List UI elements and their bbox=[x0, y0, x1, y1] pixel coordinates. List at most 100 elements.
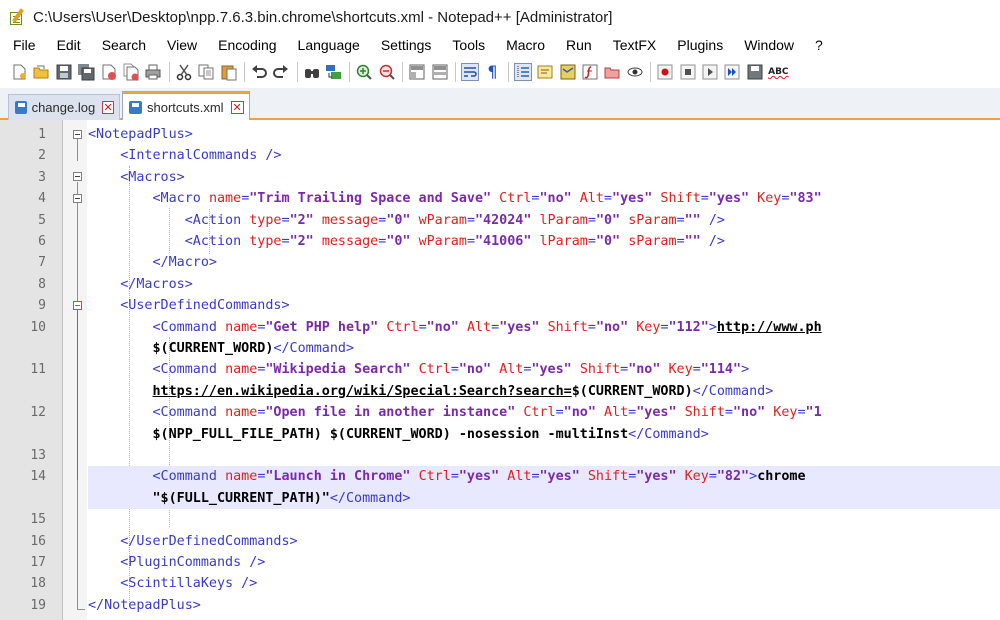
monitoring-icon[interactable] bbox=[626, 63, 644, 81]
code-line-13[interactable] bbox=[88, 445, 1000, 466]
fold-toggle-icon[interactable] bbox=[73, 301, 82, 310]
close-icon[interactable] bbox=[100, 63, 118, 81]
code-line-19[interactable]: </NotepadPlus> bbox=[88, 595, 1000, 616]
menu-window[interactable]: Window bbox=[731, 37, 802, 53]
menu-settings[interactable]: Settings bbox=[368, 37, 440, 53]
document-map-icon[interactable] bbox=[559, 63, 577, 81]
xml-tag: <PluginCommands /> bbox=[120, 555, 266, 570]
xml-tag: <Macro bbox=[152, 191, 209, 207]
show-all-chars-icon[interactable]: ¶ bbox=[483, 63, 501, 81]
cut-icon[interactable] bbox=[175, 63, 193, 81]
stop-record-icon[interactable] bbox=[679, 63, 697, 81]
code-line-11[interactable]: <Command name="Wikipedia Search" Ctrl="n… bbox=[88, 359, 1000, 380]
menu-search[interactable]: Search bbox=[89, 37, 154, 53]
xml-attr: Key bbox=[684, 469, 709, 485]
fold-toggle-icon[interactable] bbox=[73, 194, 82, 203]
replace-icon[interactable] bbox=[325, 63, 343, 81]
sync-horizontal-icon[interactable] bbox=[431, 63, 449, 81]
xml-value: "0" bbox=[386, 212, 411, 228]
menu-help[interactable]: ? bbox=[802, 37, 831, 53]
xml-tag: > bbox=[749, 469, 758, 485]
save-icon[interactable] bbox=[55, 63, 73, 81]
xml-attr: name bbox=[225, 405, 258, 421]
xml-tag: </Command> bbox=[329, 490, 411, 506]
code-line-17[interactable]: <PluginCommands /> bbox=[88, 552, 1000, 573]
code-line-10[interactable]: <Command name="Get PHP help" Ctrl="no" A… bbox=[88, 317, 1000, 338]
code-line-14[interactable]: <Command name="Launch in Chrome" Ctrl="y… bbox=[88, 466, 1000, 488]
copy-icon[interactable] bbox=[197, 63, 215, 81]
function-list-icon[interactable] bbox=[581, 63, 599, 81]
find-icon[interactable] bbox=[303, 63, 321, 81]
menu-tools[interactable]: Tools bbox=[439, 37, 493, 53]
code-line-18[interactable]: <ScintillaKeys /> bbox=[88, 573, 1000, 594]
command-text: $(CURRENT_WORD) bbox=[152, 341, 274, 356]
tab-close-icon[interactable]: ✕ bbox=[102, 101, 114, 114]
fold-toggle-icon[interactable] bbox=[73, 130, 82, 139]
code-line-7[interactable]: </Macro> bbox=[88, 252, 1000, 273]
play-macro-icon[interactable] bbox=[701, 63, 719, 81]
menu-textfx[interactable]: TextFX bbox=[600, 37, 665, 53]
tab-shortcuts-xml[interactable]: shortcuts.xml ✕ bbox=[122, 91, 250, 120]
xml-tag: <InternalCommands /> bbox=[120, 148, 282, 164]
line-number: 14 bbox=[30, 469, 46, 485]
zoom-out-icon[interactable] bbox=[378, 63, 396, 81]
paste-icon[interactable] bbox=[220, 63, 238, 81]
record-macro-icon[interactable] bbox=[656, 63, 674, 81]
save-macro-icon[interactable] bbox=[746, 63, 764, 81]
code-line-1[interactable]: <NotepadPlus> bbox=[88, 124, 1000, 145]
menu-encoding[interactable]: Encoding bbox=[205, 37, 284, 53]
code-line-5[interactable]: <Action type="2" message="0" wParam="420… bbox=[88, 210, 1000, 231]
zoom-in-icon[interactable] bbox=[355, 63, 373, 81]
open-file-icon[interactable] bbox=[32, 63, 50, 81]
editor-area[interactable]: 1 2 3 4 5 6 7 8 9 10 11 12 13 14 15 16 1… bbox=[0, 120, 1000, 620]
code-line-14-wrap[interactable]: "$(FULL_CURRENT_PATH)"</Command> bbox=[88, 487, 1000, 510]
code-line-4[interactable]: <Macro name="Trim Trailing Space and Sav… bbox=[88, 188, 1000, 209]
code-line-16[interactable]: </UserDefinedCommands> bbox=[88, 531, 1000, 552]
indent-guide-icon[interactable] bbox=[513, 63, 532, 81]
redo-icon[interactable] bbox=[272, 63, 290, 81]
menu-file[interactable]: File bbox=[0, 37, 44, 53]
toolbar-separator bbox=[349, 62, 351, 82]
code-line-6[interactable]: <Action type="2" message="0" wParam="410… bbox=[88, 231, 1000, 252]
code-line-9[interactable]: <UserDefinedCommands> bbox=[88, 295, 1000, 316]
code-line-2[interactable]: <InternalCommands /> bbox=[88, 145, 1000, 166]
code-line-11-wrap[interactable]: https://en.wikipedia.org/wiki/Special:Se… bbox=[88, 381, 1000, 402]
tab-close-icon[interactable]: ✕ bbox=[230, 100, 244, 114]
xml-tag: <Command bbox=[152, 469, 226, 485]
menu-view[interactable]: View bbox=[154, 37, 205, 53]
menu-macro[interactable]: Macro bbox=[493, 37, 553, 53]
new-file-icon[interactable] bbox=[10, 63, 28, 81]
undo-icon[interactable] bbox=[250, 63, 268, 81]
user-language-icon[interactable] bbox=[536, 63, 554, 81]
run-macro-multiple-icon[interactable] bbox=[723, 63, 741, 81]
xml-attr: type bbox=[249, 234, 282, 249]
menu-language[interactable]: Language bbox=[285, 37, 368, 53]
tab-change-log[interactable]: change.log ✕ bbox=[8, 94, 120, 120]
menu-run[interactable]: Run bbox=[553, 37, 600, 53]
code-line-15[interactable] bbox=[88, 509, 1000, 530]
sync-vertical-icon[interactable] bbox=[408, 63, 426, 81]
menu-bar: File Edit Search View Encoding Language … bbox=[0, 34, 1000, 56]
line-number: 13 bbox=[30, 448, 46, 463]
xml-attr: sParam bbox=[628, 234, 677, 249]
toolbar-separator bbox=[455, 62, 457, 82]
code-line-12[interactable]: <Command name="Open file in another inst… bbox=[88, 402, 1000, 423]
code-line-8[interactable]: </Macros> bbox=[88, 274, 1000, 295]
fold-toggle-icon[interactable] bbox=[73, 172, 82, 181]
spell-check-icon[interactable]: ABC bbox=[768, 63, 788, 81]
close-all-icon[interactable] bbox=[122, 63, 140, 81]
menu-plugins[interactable]: Plugins bbox=[664, 37, 731, 53]
code-line-10-wrap[interactable]: $(CURRENT_WORD)</Command> bbox=[88, 338, 1000, 359]
line-number: 6 bbox=[38, 234, 46, 249]
code-line-3[interactable]: <Macros> bbox=[88, 167, 1000, 188]
code-line-12-wrap[interactable]: $(NPP_FULL_FILE_PATH) $(CURRENT_WORD) -n… bbox=[88, 424, 1000, 445]
print-icon[interactable] bbox=[144, 63, 162, 81]
word-wrap-icon[interactable] bbox=[461, 63, 480, 81]
save-all-icon[interactable] bbox=[77, 63, 95, 81]
xml-tag: </Command> bbox=[273, 341, 355, 356]
line-number: 2 bbox=[38, 148, 46, 164]
folder-workspace-icon[interactable] bbox=[603, 63, 621, 81]
menu-edit[interactable]: Edit bbox=[44, 37, 89, 53]
xml-attr: lParam bbox=[539, 212, 588, 228]
code-text-area[interactable]: <NotepadPlus> <InternalCommands /> <Macr… bbox=[88, 120, 1000, 620]
